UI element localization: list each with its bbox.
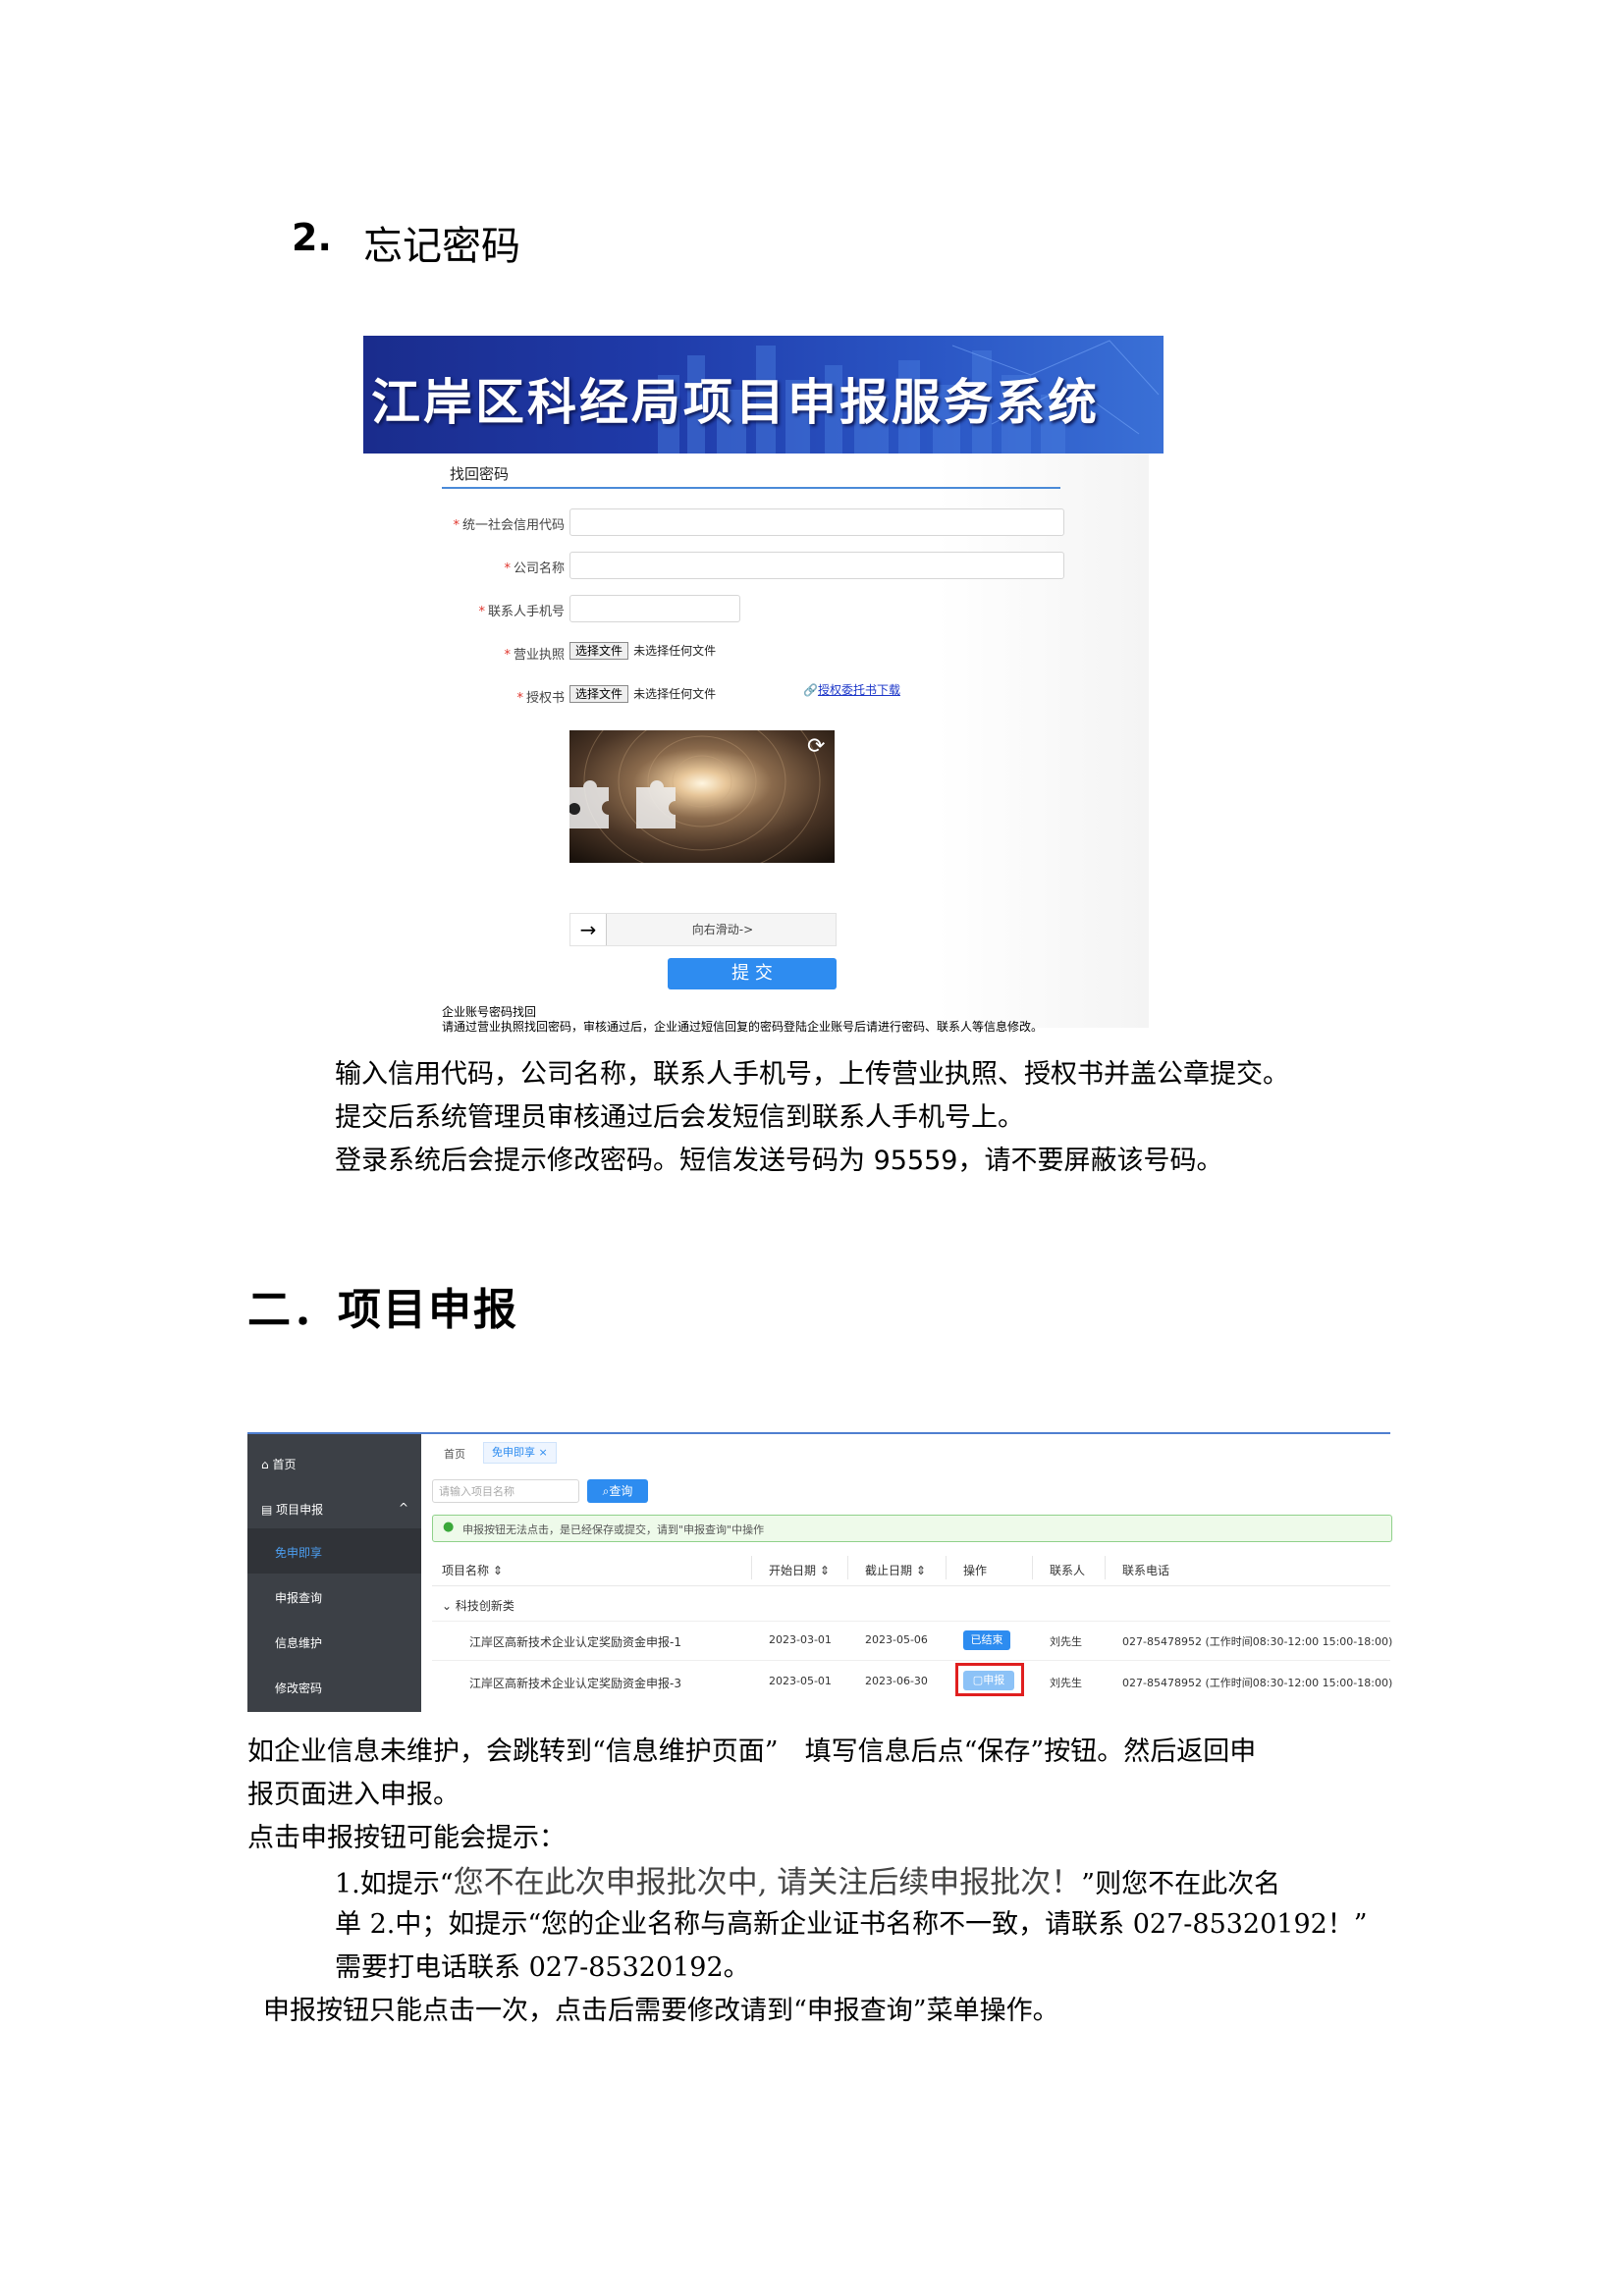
paragraph-line: 如企业信息未维护，会跳转到“信息维护页面” 填写信息后点“保存”按钮。然后返回申 bbox=[247, 1736, 1257, 1767]
company-name-input[interactable] bbox=[569, 552, 1064, 579]
declare-button[interactable]: ▢申报 bbox=[963, 1671, 1014, 1690]
no-file-text: 未选择任何文件 bbox=[633, 644, 717, 658]
sidebar-item-query[interactable]: 申报查询 bbox=[275, 1589, 322, 1606]
section-heading: 二．项目申报 bbox=[247, 1285, 518, 1335]
table-header: 项目名称 ⇕ 开始日期 ⇕ 截止日期 ⇕ 操作 联系人 联系电话 bbox=[432, 1550, 1390, 1586]
paragraph-line: 输入信用代码，公司名称，联系人手机号，上传营业执照、授权书并盖公章提交。 bbox=[335, 1059, 1289, 1090]
contact: 刘先生 bbox=[1050, 1635, 1082, 1648]
choose-file-button-2[interactable]: 选择文件 bbox=[569, 685, 629, 703]
paragraph-line: 报页面进入申报。 bbox=[247, 1780, 460, 1810]
paragraph-line: 申报按钮只能点击一次，点击后需要修改请到“申报查询”菜单操作。 bbox=[263, 1996, 1059, 2026]
search-input[interactable]: 请输入项目名称 bbox=[432, 1479, 579, 1503]
chevron-up-icon: ^ bbox=[398, 1501, 408, 1515]
col-header[interactable]: 开始日期 ⇕ bbox=[769, 1562, 830, 1578]
paragraph-line: 需要打电话联系 027-85320192。 bbox=[335, 1952, 750, 1983]
banner-title: 江岸区科经局项目申报服务系统 bbox=[371, 374, 1100, 431]
paragraph-line: 提交后系统管理员审核通过后会发短信到联系人手机号上。 bbox=[335, 1102, 1024, 1133]
end-date: 2023-05-06 bbox=[865, 1633, 928, 1646]
document-icon: ▢ bbox=[972, 1674, 984, 1686]
phone-label: * 联系人手机号 bbox=[478, 605, 565, 619]
phone: 027-85478952 (工作时间08:30-12:00 15:00-18:0… bbox=[1122, 1635, 1393, 1648]
col-header[interactable]: 截止日期 ⇕ bbox=[865, 1562, 926, 1578]
sidebar-item-home[interactable]: ⌂ 首页 bbox=[261, 1456, 296, 1472]
search-button[interactable]: ⌕查询 bbox=[587, 1479, 648, 1503]
quoted-message: 您不在此次申报批次中, 请关注后续申报批次！ bbox=[453, 1865, 1082, 1900]
link-icon: 🔗 bbox=[803, 683, 818, 697]
start-date: 2023-05-01 bbox=[769, 1675, 832, 1687]
col-header: 操作 bbox=[963, 1564, 988, 1577]
company-name-label: * 公司名称 bbox=[504, 561, 565, 576]
paragraph-line: 1.如提示“您不在此次申报批次中, 请关注后续申报批次！”则您不在此次名 bbox=[335, 1865, 1281, 1900]
col-header[interactable]: 项目名称 ⇕ bbox=[442, 1562, 503, 1578]
business-license-upload: 选择文件 未选择任何文件 bbox=[569, 640, 717, 660]
authorization-download-link[interactable]: 授权委托书下载 bbox=[818, 683, 900, 697]
authorization-download[interactable]: 🔗授权委托书下载 bbox=[803, 681, 900, 698]
chevron-down-icon[interactable]: ⌄ bbox=[442, 1599, 452, 1613]
slide-track: → 向右滑动-> bbox=[569, 913, 837, 946]
sidebar-item-active-bg bbox=[247, 1528, 421, 1574]
section-title: 忘记密码 bbox=[363, 224, 520, 269]
alert-text: 申报按钮无法点击，是已经保存或提交，请到"申报查询"中操作 bbox=[462, 1523, 765, 1536]
contact: 刘先生 bbox=[1050, 1677, 1082, 1689]
slide-arrow-icon[interactable]: → bbox=[570, 914, 607, 945]
captcha-image: ⟳ bbox=[569, 730, 835, 863]
phone: 027-85478952 (工作时间08:30-12:00 15:00-18:0… bbox=[1122, 1677, 1393, 1689]
start-date: 2023-03-01 bbox=[769, 1633, 832, 1646]
table-row: 江岸区高新技术企业认定奖励资金申报-1 2023-03-01 2023-05-0… bbox=[432, 1621, 1393, 1661]
table-row-category[interactable]: ⌄ 科技创新类 bbox=[432, 1585, 1390, 1622]
captcha-tunnel-picture bbox=[569, 730, 835, 863]
ended-button[interactable]: 已结束 bbox=[963, 1630, 1010, 1650]
tab-home[interactable]: 首页 bbox=[444, 1446, 465, 1462]
col-header: 联系电话 bbox=[1122, 1564, 1170, 1577]
refresh-icon[interactable]: ⟳ bbox=[807, 734, 825, 759]
category-label: 科技创新类 bbox=[455, 1599, 514, 1613]
note-text: 请通过营业执照找回密码，审核通过后，企业通过短信回复的密码登陆企业账号后请进行密… bbox=[442, 1020, 1044, 1034]
title-underline bbox=[442, 487, 1060, 489]
table-row: 江岸区高新技术企业认定奖励资金申报-3 2023-05-01 2023-06-3… bbox=[432, 1660, 1393, 1703]
form-area: 找回密码 * 统一社会信用代码 * 公司名称 * 联系人手机号 * 营业执照 选择文件 … bbox=[442, 454, 1149, 1034]
authorization-label: * 授权书 bbox=[516, 691, 565, 706]
project-declaration-screenshot: ⌂ 首页 ▤ 项目申报 ^ 免申即享 申报查询 信息维护 修改密码 首页 免申即… bbox=[247, 1432, 1393, 1712]
phone-input[interactable] bbox=[569, 595, 740, 622]
close-icon[interactable]: × bbox=[539, 1446, 548, 1459]
submit-button[interactable]: 提 交 bbox=[668, 958, 837, 989]
sidebar: ⌂ 首页 ▤ 项目申报 ^ 免申即享 申报查询 信息维护 修改密码 bbox=[247, 1434, 421, 1712]
choose-file-button[interactable]: 选择文件 bbox=[569, 642, 629, 660]
check-circle-icon: ● bbox=[443, 1520, 455, 1534]
home-icon: ⌂ bbox=[261, 1458, 269, 1471]
sidebar-item-password[interactable]: 修改密码 bbox=[275, 1680, 322, 1696]
no-file-text-2: 未选择任何文件 bbox=[633, 687, 717, 701]
sidebar-item-exempt[interactable]: 免申即享 bbox=[275, 1544, 322, 1561]
credit-code-input[interactable] bbox=[569, 508, 1064, 536]
business-license-label: * 营业执照 bbox=[504, 648, 565, 663]
credit-code-label: * 统一社会信用代码 bbox=[453, 518, 565, 533]
sidebar-group-declaration[interactable]: ▤ 项目申报 ^ bbox=[261, 1501, 408, 1518]
list-icon: ▤ bbox=[261, 1503, 273, 1517]
authorization-upload: 选择文件 未选择任何文件 bbox=[569, 683, 717, 703]
slide-hint: 向右滑动-> bbox=[691, 923, 754, 936]
form-title: 找回密码 bbox=[450, 465, 510, 483]
info-alert: ● 申报按钮无法点击，是已经保存或提交，请到"申报查询"中操作 bbox=[432, 1515, 1392, 1542]
system-banner: 江岸区科经局项目申报服务系统 bbox=[363, 336, 1164, 454]
paragraph-line: 登录系统后会提示修改密码。短信发送号码为 95559，请不要屏蔽该号码。 bbox=[335, 1146, 1223, 1176]
tab-exempt[interactable]: 免申即享 × bbox=[483, 1442, 557, 1464]
forgot-password-screenshot: 江岸区科经局项目申报服务系统 找回密码 * 统一社会信用代码 * 公司名称 * 联系人… bbox=[363, 336, 1164, 1034]
paragraph-line: 点击申报按钮可能会提示： bbox=[247, 1823, 566, 1853]
col-header: 联系人 bbox=[1050, 1564, 1086, 1577]
project-name: 江岸区高新技术企业认定奖励资金申报-3 bbox=[469, 1677, 681, 1690]
paragraph-line: 单 2.中；如提示“您的企业名称与高新企业证书名称不一致，请联系 027-853… bbox=[335, 1909, 1368, 1940]
sidebar-item-info[interactable]: 信息维护 bbox=[275, 1634, 322, 1651]
project-name: 江岸区高新技术企业认定奖励资金申报-1 bbox=[469, 1635, 681, 1649]
end-date: 2023-06-30 bbox=[865, 1675, 928, 1687]
section-number: 2. bbox=[292, 216, 332, 259]
